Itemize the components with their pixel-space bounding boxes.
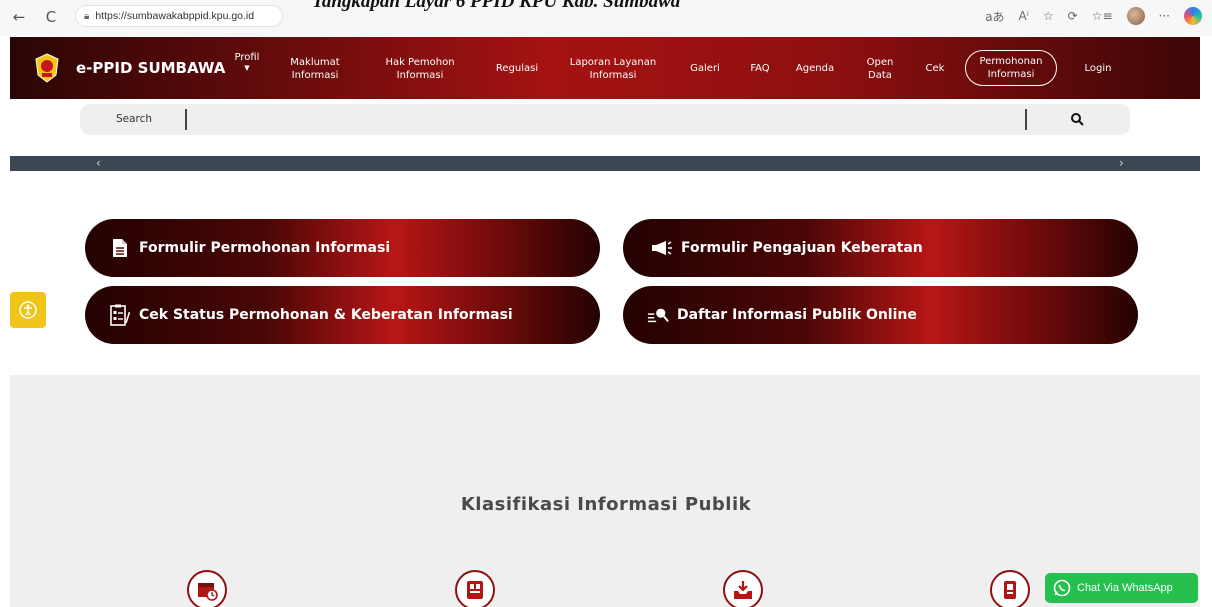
daftar-informasi-button[interactable]: Daftar Informasi Publik Online bbox=[623, 286, 1138, 344]
favorite-icon[interactable]: ☆ bbox=[1043, 9, 1054, 23]
nav-cek[interactable]: Cek bbox=[920, 62, 950, 75]
document-phone-icon[interactable] bbox=[990, 570, 1030, 607]
kpu-logo-icon[interactable] bbox=[34, 53, 60, 83]
whatsapp-label: Chat Via WhatsApp bbox=[1077, 582, 1173, 594]
url-text: https://sumbawakabppid.kpu.go.id bbox=[95, 10, 255, 22]
reload-icon[interactable]: C bbox=[40, 6, 62, 28]
nav-agenda[interactable]: Agenda bbox=[790, 62, 840, 75]
formulir-permohonan-label: Formulir Permohonan Informasi bbox=[139, 240, 391, 256]
nav-regulasi[interactable]: Regulasi bbox=[492, 62, 542, 75]
search-divider bbox=[1025, 109, 1027, 130]
search-icon[interactable] bbox=[1070, 112, 1084, 126]
accessibility-button[interactable] bbox=[10, 292, 46, 328]
formulir-keberatan-button[interactable]: Formulir Pengajuan Keberatan bbox=[623, 219, 1138, 277]
read-aloud-icon[interactable]: Aⁱ bbox=[1019, 9, 1029, 23]
search-list-icon bbox=[647, 304, 669, 326]
profile-avatar[interactable] bbox=[1126, 7, 1145, 25]
nav-faq[interactable]: FAQ bbox=[745, 62, 775, 75]
section-title: Klasifikasi Informasi Publik bbox=[460, 494, 752, 515]
search-bar[interactable]: Search bbox=[80, 104, 1130, 135]
archive-folder-icon[interactable] bbox=[455, 570, 495, 607]
nav-hak-pemohon[interactable]: Hak Pemohon Informasi bbox=[380, 56, 460, 82]
nav-maklumat-informasi[interactable]: Maklumat Informasi bbox=[285, 56, 345, 82]
cek-status-button[interactable]: Cek Status Permohonan & Keberatan Inform… bbox=[85, 286, 600, 344]
daftar-informasi-label: Daftar Informasi Publik Online bbox=[677, 307, 917, 323]
lock-icon: 🔒︎ bbox=[84, 10, 90, 22]
checklist-icon bbox=[109, 304, 131, 326]
accessibility-icon bbox=[19, 301, 37, 319]
nav-profil-label: Profil bbox=[234, 52, 260, 63]
site-brand[interactable]: e-PPID SUMBAWA bbox=[76, 59, 225, 77]
more-menu-icon[interactable]: ··· bbox=[1159, 9, 1170, 23]
document-icon bbox=[109, 237, 131, 259]
extensions-icon[interactable]: ⟳ bbox=[1068, 9, 1078, 23]
inbox-download-icon[interactable] bbox=[723, 570, 763, 607]
whatsapp-icon bbox=[1053, 579, 1071, 597]
favorites-list-icon[interactable]: ☆≡ bbox=[1092, 9, 1113, 23]
formulir-permohonan-button[interactable]: Formulir Permohonan Informasi bbox=[85, 219, 600, 277]
site-navbar: e-PPID SUMBAWA Profil ▼ Maklumat Informa… bbox=[10, 37, 1200, 99]
nav-open-data[interactable]: Open Data bbox=[862, 56, 898, 82]
permohonan-informasi-button[interactable]: Permohonan Informasi bbox=[965, 50, 1057, 86]
chevron-right-icon[interactable]: › bbox=[1119, 156, 1124, 170]
calendar-clock-icon[interactable] bbox=[187, 570, 227, 607]
classification-section bbox=[10, 375, 1200, 607]
nav-profil[interactable]: Profil ▼ bbox=[232, 51, 262, 72]
chevron-left-icon[interactable]: ‹ bbox=[96, 156, 101, 170]
chevron-down-icon: ▼ bbox=[244, 64, 250, 72]
translate-icon[interactable]: aあ bbox=[985, 8, 1004, 25]
formulir-keberatan-label: Formulir Pengajuan Keberatan bbox=[681, 240, 923, 256]
whatsapp-chat-button[interactable]: Chat Via WhatsApp bbox=[1045, 573, 1198, 603]
copilot-icon[interactable] bbox=[1184, 7, 1202, 25]
cek-status-label: Cek Status Permohonan & Keberatan Inform… bbox=[139, 307, 513, 323]
back-icon[interactable]: ← bbox=[8, 6, 30, 28]
search-label: Search bbox=[116, 113, 153, 125]
nav-galeri[interactable]: Galeri bbox=[685, 62, 725, 75]
megaphone-icon bbox=[651, 237, 673, 259]
browser-actions: aあ Aⁱ ☆ ⟳ ☆≡ ··· bbox=[985, 7, 1202, 25]
login-link[interactable]: Login bbox=[1078, 62, 1118, 75]
document-caption: Tangkapan Layar 6 PPID KPU Kab. Sumbawa bbox=[312, 0, 681, 12]
address-bar[interactable]: 🔒︎ https://sumbawakabppid.kpu.go.id bbox=[75, 5, 283, 27]
search-divider bbox=[185, 109, 187, 130]
image-slider: ‹ › bbox=[10, 156, 1200, 171]
nav-laporan-layanan[interactable]: Laporan Layanan Informasi bbox=[563, 56, 663, 82]
